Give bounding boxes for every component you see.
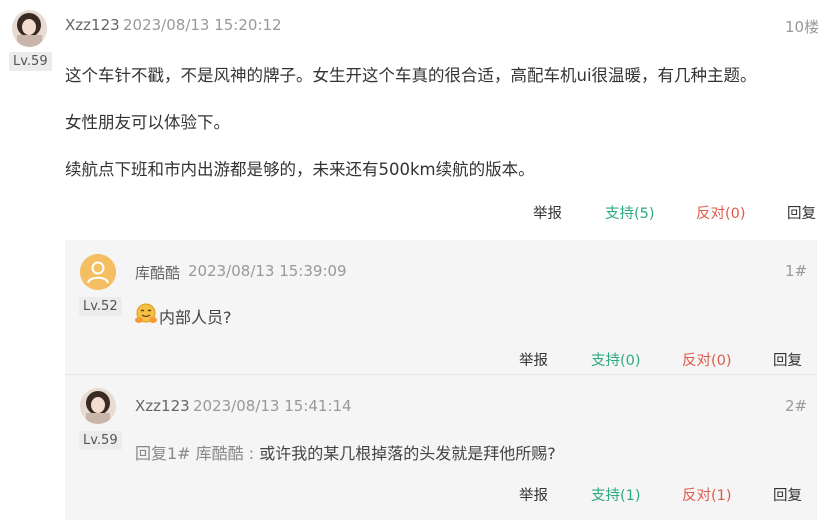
reply-content: 回复1# 库酷酷 : 或许我的某几根掉落的头发就是拜他所赐?: [135, 440, 556, 464]
reply-floor-number: 1#: [785, 262, 808, 280]
report-button[interactable]: 举报: [519, 484, 548, 505]
reply-username[interactable]: 库酷酷: [135, 262, 180, 283]
oppose-button[interactable]: 反对(0): [696, 202, 746, 223]
reply-text: 或许我的某几根掉落的头发就是拜他所赐?: [259, 444, 556, 463]
floor-number: 10楼: [785, 18, 820, 36]
post-paragraph: 续航点下班和市内出游都是够的，未来还有500km续航的版本。: [65, 160, 535, 179]
divider: [65, 374, 817, 375]
user-level-badge: Lv.59: [9, 52, 52, 71]
oppose-button[interactable]: 反对(0): [682, 349, 732, 370]
reply-timestamp: 2023/08/13 15:39:09: [188, 262, 347, 280]
reply-quote[interactable]: 回复1# 库酷酷 :: [135, 444, 254, 463]
reply-username[interactable]: Xzz123: [135, 397, 190, 415]
report-button[interactable]: 举报: [533, 202, 562, 223]
reply-button[interactable]: 回复: [773, 349, 802, 370]
post-paragraph: 这个车针不戳，不是风神的牌子。女生开这个车真的很合适，高配车机ui很温暖，有几种…: [65, 66, 757, 85]
avatar[interactable]: [80, 388, 116, 424]
reply-timestamp: 2023/08/13 15:41:14: [193, 397, 352, 415]
support-button[interactable]: 支持(0): [591, 349, 641, 370]
support-button[interactable]: 支持(1): [591, 484, 641, 505]
reply-text: 内部人员?: [159, 308, 232, 327]
user-level-badge: Lv.52: [79, 297, 122, 316]
user-level-badge: Lv.59: [79, 431, 122, 450]
default-user-icon: [80, 254, 116, 290]
post-username[interactable]: Xzz123: [65, 16, 120, 34]
avatar[interactable]: [80, 254, 116, 290]
reply-button[interactable]: 回复: [787, 202, 816, 223]
avatar[interactable]: [12, 10, 47, 47]
reply-button[interactable]: 回复: [773, 484, 802, 505]
post-timestamp: 2023/08/13 15:20:12: [123, 16, 282, 34]
reply-floor-number: 2#: [785, 397, 808, 415]
hugging-face-emoji-icon: [135, 303, 157, 325]
support-button[interactable]: 支持(5): [605, 202, 655, 223]
post-paragraph: 女性朋友可以体验下。: [65, 113, 230, 132]
report-button[interactable]: 举报: [519, 349, 548, 370]
oppose-button[interactable]: 反对(1): [682, 484, 732, 505]
